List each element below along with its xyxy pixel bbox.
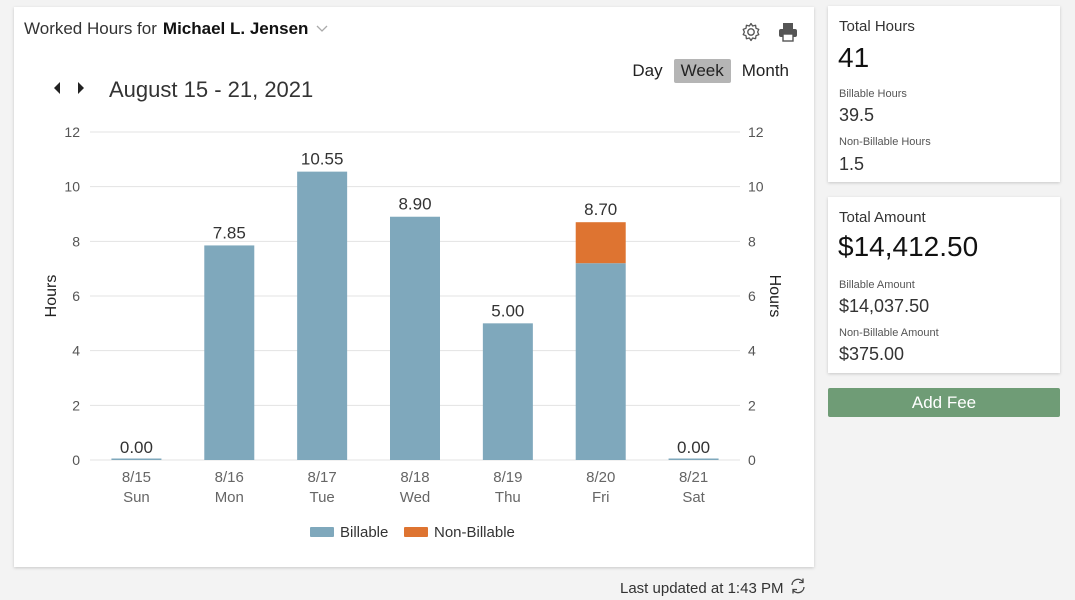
bar-zero-8-15: [111, 458, 162, 460]
y-tick-label-left: 10: [64, 179, 80, 195]
non-billable-hours-label: Non-Billable Hours: [839, 136, 931, 148]
total-amount-title: Total Amount: [839, 209, 926, 226]
y-tick-label-left: 0: [72, 452, 80, 468]
add-fee-button[interactable]: Add Fee: [828, 388, 1060, 417]
last-updated-text: Last updated at 1:43 PM: [620, 579, 784, 597]
total-amount-value: $14,412.50: [838, 231, 979, 262]
total-amount-card: Total Amount $14,412.50 Billable Amount …: [828, 197, 1060, 373]
x-tick-weekday: Mon: [215, 489, 244, 506]
bar-billable-8-20: [575, 263, 626, 460]
y-tick-label-right: 6: [748, 288, 756, 304]
y-tick-label-right: 8: [748, 233, 756, 249]
y-tick-label-right: 4: [748, 343, 756, 359]
data-label-8-16: 7.85: [213, 223, 246, 242]
legend-swatch-non-billable: [404, 527, 428, 537]
non-billable-amount-label: Non-Billable Amount: [839, 327, 939, 339]
data-label-8-21: 0.00: [677, 438, 710, 457]
x-tick-date: 8/16: [215, 469, 244, 486]
y-tick-label-left: 12: [64, 124, 80, 140]
x-tick-date: 8/15: [122, 469, 151, 486]
x-tick-weekday: Thu: [495, 489, 521, 506]
bar-billable-8-17: [297, 171, 348, 460]
x-tick-weekday: Fri: [592, 489, 610, 506]
bar-non-billable-8-20: [575, 222, 626, 264]
data-label-8-17: 10.55: [301, 150, 344, 169]
data-label-8-20: 8.70: [584, 200, 617, 219]
y-tick-label-right: 2: [748, 397, 756, 413]
y-axis-title-left: Hours: [43, 275, 60, 318]
bar-zero-8-21: [668, 458, 719, 460]
legend-swatch-billable: [310, 527, 334, 537]
hours-chart: 0 0 2 2 4 4 6 6 8 8 10 10 12 12 Hours Hours 0.00 8/15 Sun 7…: [43, 124, 783, 541]
bar-billable-8-18: [390, 216, 440, 460]
billable-amount-value: $14,037.50: [839, 296, 930, 316]
total-hours-card: Total Hours 41 Billable Hours 39.5 Non-B…: [828, 6, 1060, 182]
last-updated-footer: Last updated at 1:43 PM: [620, 577, 807, 599]
data-label-8-19: 5.00: [491, 301, 524, 320]
y-tick-label-right: 0: [748, 452, 756, 468]
total-hours-title: Total Hours: [839, 18, 915, 35]
data-label-8-18: 8.90: [398, 195, 431, 214]
y-tick-label-left: 4: [72, 343, 80, 359]
x-tick-weekday: Tue: [309, 489, 334, 506]
data-label-8-15: 0.00: [120, 438, 153, 457]
x-tick-date: 8/20: [586, 469, 615, 486]
legend-label-non-billable: Non-Billable: [434, 524, 515, 541]
x-tick-date: 8/19: [493, 469, 522, 486]
y-tick-label-right: 12: [748, 124, 764, 140]
x-tick-date: 8/21: [679, 469, 708, 486]
x-tick-date: 8/17: [308, 469, 337, 486]
refresh-icon[interactable]: [789, 577, 807, 599]
legend-label-billable: Billable: [340, 524, 388, 541]
bar-billable-8-19: [482, 323, 533, 460]
billable-hours-label: Billable Hours: [839, 88, 907, 100]
x-tick-weekday: Sun: [123, 489, 150, 506]
non-billable-hours-value: 1.5: [839, 154, 865, 174]
y-tick-label-left: 6: [72, 288, 80, 304]
y-tick-label-left: 2: [72, 397, 80, 413]
non-billable-amount-value: $375.00: [839, 344, 905, 364]
y-tick-label-right: 10: [748, 179, 764, 195]
y-tick-label-left: 8: [72, 233, 80, 249]
total-hours-value: 41: [838, 42, 870, 73]
billable-hours-value: 39.5: [839, 105, 875, 125]
bar-billable-8-16: [204, 245, 255, 460]
worked-hours-card: Worked Hours for Michael L. Jensen Day W…: [14, 7, 814, 567]
x-tick-date: 8/18: [400, 469, 429, 486]
x-tick-weekday: Wed: [400, 489, 431, 506]
billable-amount-label: Billable Amount: [839, 279, 915, 291]
y-axis-title-right: Hours: [766, 275, 783, 318]
x-tick-weekday: Sat: [682, 489, 705, 506]
